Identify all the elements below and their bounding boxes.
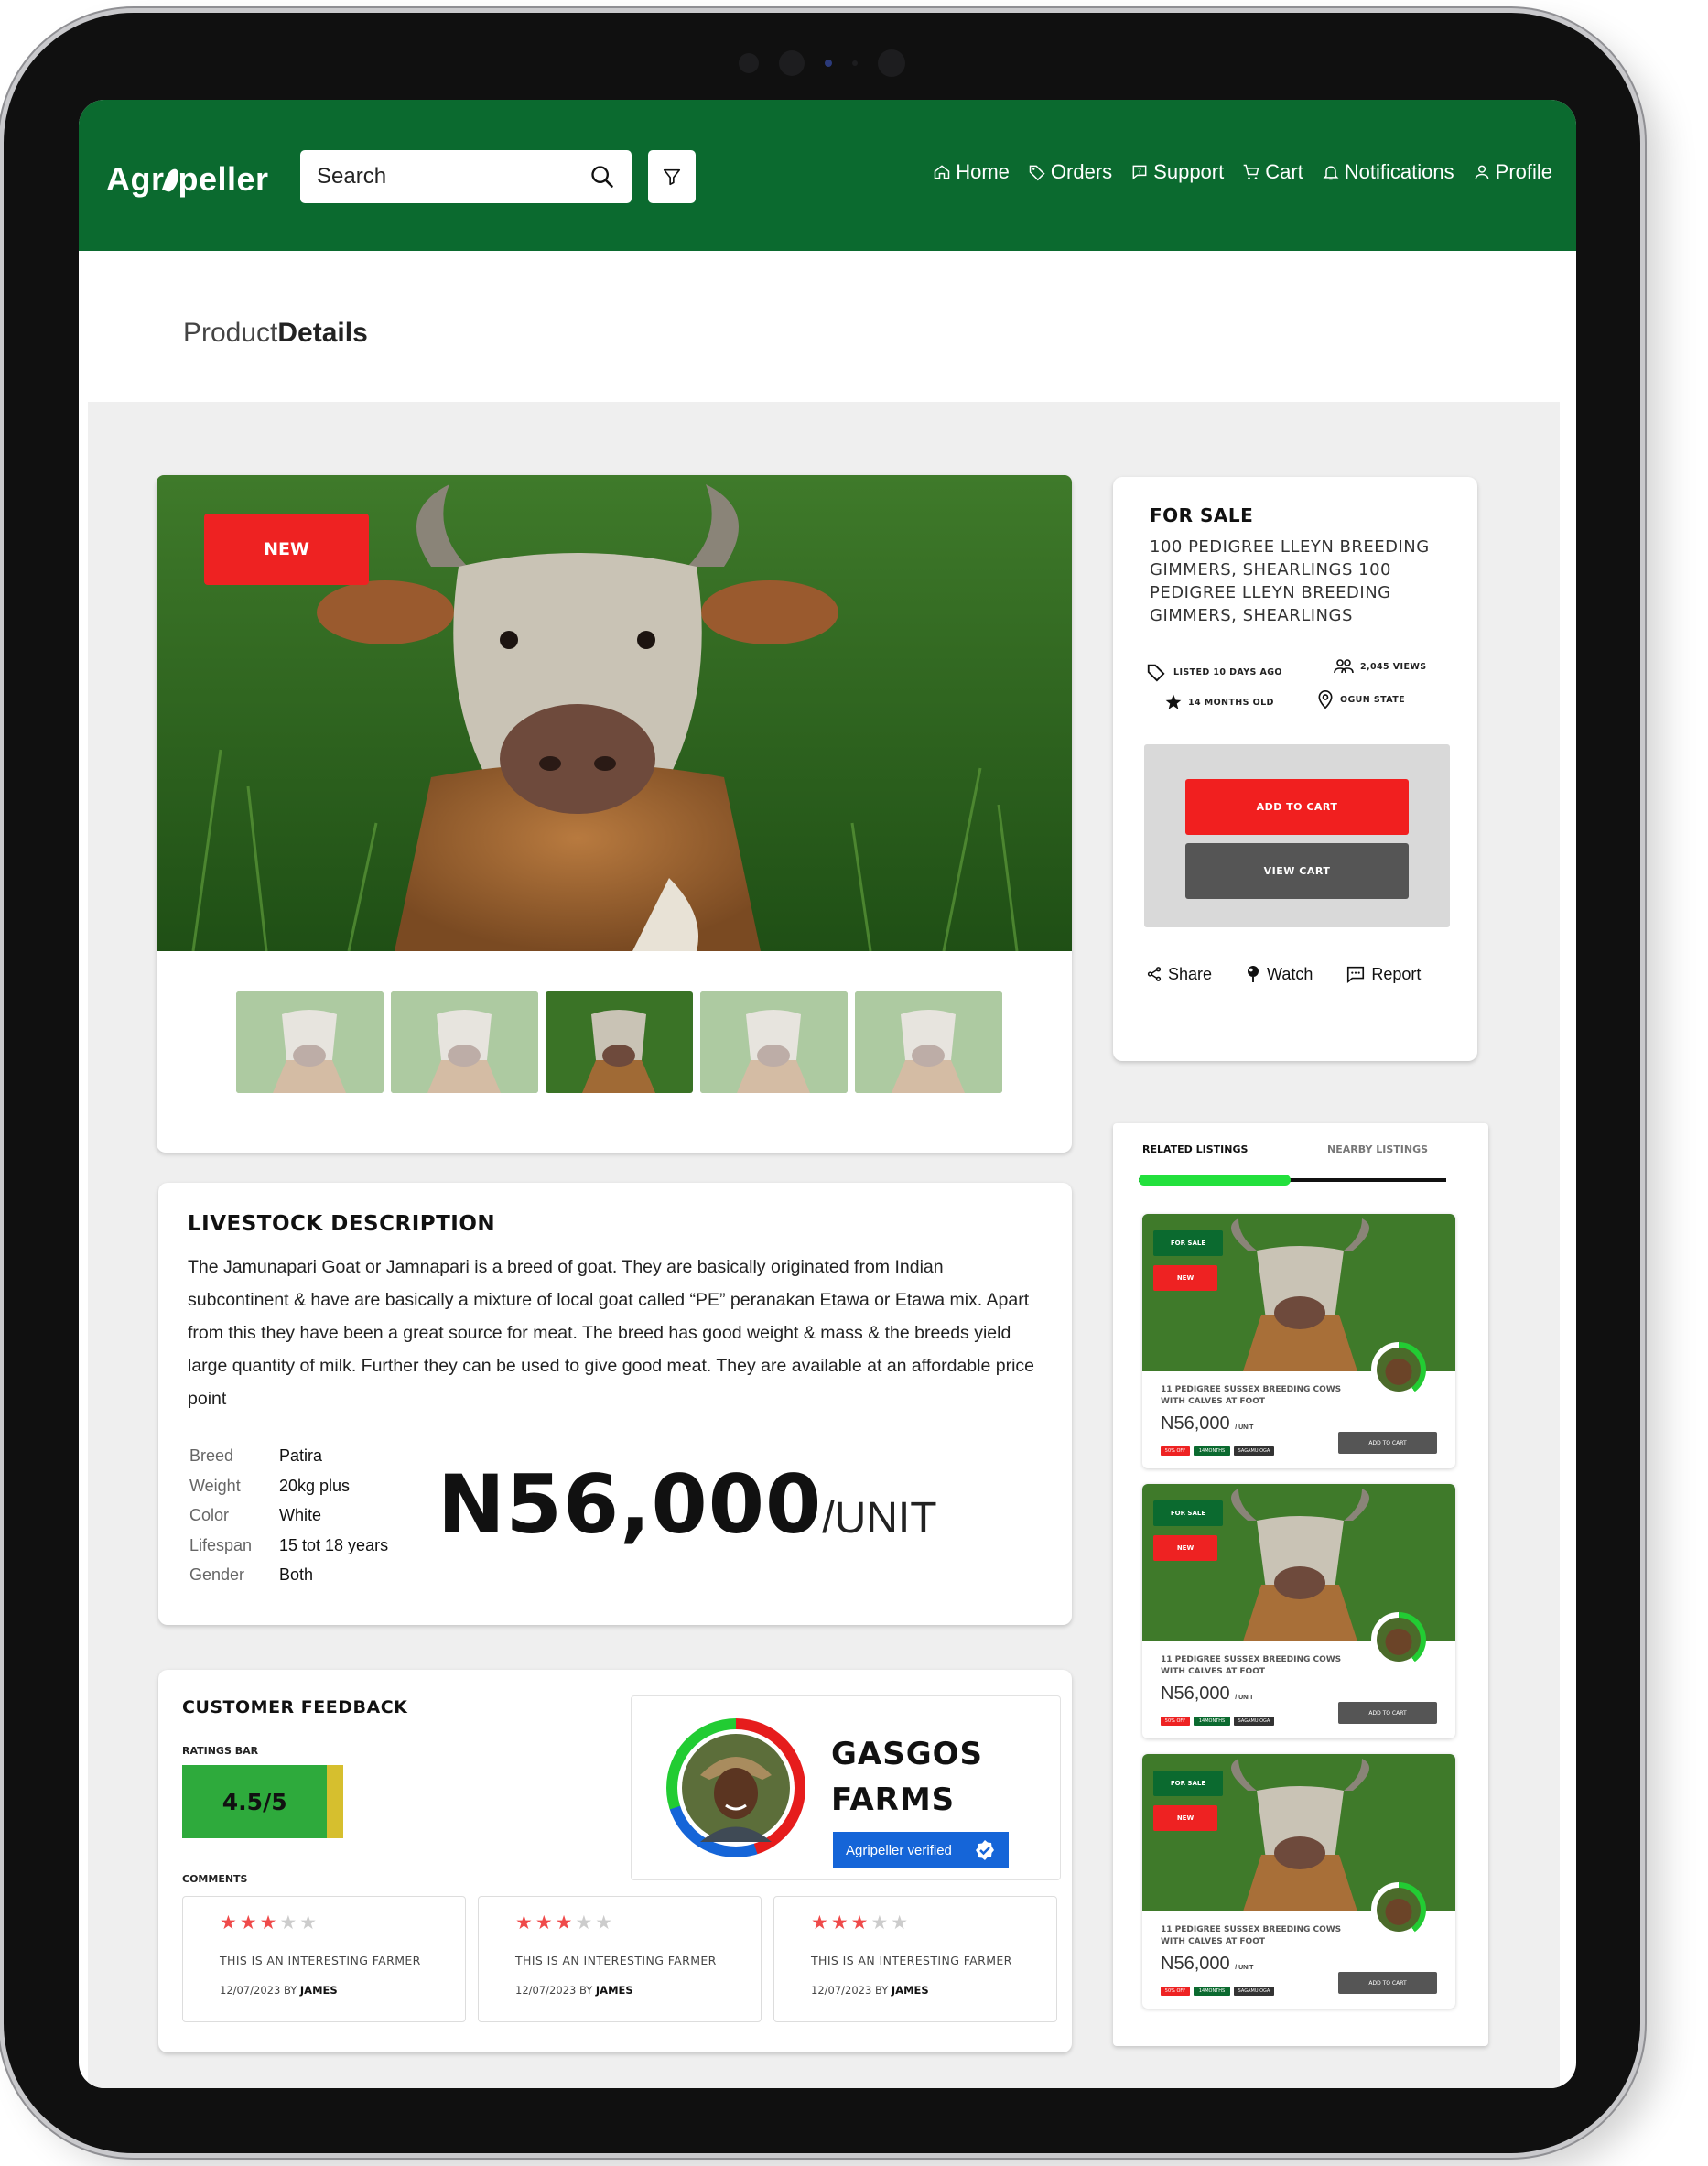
bell-icon [1323,166,1339,180]
related-listing-card[interactable]: FOR SALE NEW 11 PEDIGREE SUSSEX BREEDING… [1142,1214,1455,1468]
verified-check-icon [976,1840,994,1860]
tab-nearby-listings[interactable]: NEARBY LISTINGS [1327,1143,1428,1155]
spec-row: Weight 20kg plus [189,1476,351,1495]
app-screen: Agr peller Search Home Orders ? Support Ca… [79,100,1576,2088]
tablet-frame: Agr peller Search Home Orders ? Support Ca… [4,13,1640,2153]
listing-info-card: FOR SALE 100 PEDIGREE LLEYN BREEDING GIM… [1113,477,1477,1061]
ratings-bar: 4.5/5 [182,1765,343,1838]
related-listing-card[interactable]: FOR SALE NEW 11 PEDIGREE SUSSEX BREEDING… [1142,1484,1455,1738]
filter-icon [663,168,681,186]
star-rating: ★★★★★ [515,1911,616,1933]
search-icon[interactable] [589,164,615,190]
gallery-card: NEW [157,475,1072,1153]
thumbnail[interactable] [391,991,538,1093]
related-listings-card: RELATED LISTINGS NEARBY LISTINGS FOR SAL… [1113,1123,1488,2046]
verified-badge: Agripeller verified [833,1832,1009,1868]
agripeller-logo[interactable]: Agr peller [106,160,269,199]
livestock-description-card: LIVESTOCK DESCRIPTION The Jamunapari Goa… [158,1183,1072,1625]
seller-avatar [1371,1882,1426,1937]
comment-card: ★★★★★ THIS IS AN INTERESTING FARMER 12/0… [182,1896,466,2022]
add-to-cart-button[interactable]: ADD TO CART [1338,1432,1437,1454]
thumbnail-selected[interactable] [546,991,693,1093]
watch-button[interactable]: Watch [1245,964,1313,984]
listing-title: 100 PEDIGREE LLEYN BREEDING GIMMERS, SHE… [1150,537,1430,625]
thumbnail[interactable] [700,991,848,1093]
spec-row: Breed Patira [189,1446,323,1465]
watch-pin-icon [1248,966,1259,982]
price: N56,000/UNIT [438,1457,937,1552]
tab-indicator [1139,1175,1291,1186]
people-icon [1334,659,1354,674]
age-meta: 14 MONTHS OLD [1164,693,1274,711]
ratings-label: RATINGS BAR [182,1745,259,1757]
filter-button[interactable] [648,150,696,203]
location-meta: OGUN STATE [1316,689,1405,709]
seller-name: GASGOS FARMS [831,1736,984,1818]
seller-avatar [666,1711,805,1865]
comments-label: COMMENTS [182,1873,248,1885]
feedback-heading: CUSTOMER FEEDBACK [182,1697,408,1717]
star-rating: ★★★★★ [220,1911,320,1933]
tag-icon [1147,664,1165,682]
report-button[interactable]: Report [1346,964,1421,984]
top-navigation-bar: Agr peller Search Home Orders ? Support Ca… [79,100,1576,251]
add-to-cart-button[interactable]: ADD TO CART [1185,779,1409,835]
add-to-cart-button[interactable]: ADD TO CART [1338,1702,1437,1724]
camera-bar [739,49,905,77]
spec-row: Color White [189,1506,322,1524]
search-input[interactable]: Search [300,150,632,203]
listing-actions: Share Watch Report [1146,964,1421,984]
nav-home[interactable]: Home [933,160,1010,184]
location-pin-icon [1318,690,1333,709]
listing-status: FOR SALE [1150,504,1254,526]
star-rating: ★★★★★ [811,1911,912,1933]
cart-icon [1243,164,1259,179]
customer-feedback-card: CUSTOMER FEEDBACK RATINGS BAR 4.5/5 COMM… [158,1670,1072,2052]
specs-list: Breed Patira Weight 20kg plus Color White L… [189,1441,388,1590]
nav-profile[interactable]: Profile [1473,160,1552,184]
main-nav: Home Orders ? Support Cart Notifications … [933,160,1552,184]
seller-card[interactable]: GASGOS FARMS Agripeller verified [631,1695,1061,1880]
svg-text:?: ? [1138,167,1141,175]
nav-orders[interactable]: Orders [1028,160,1112,184]
nav-cart[interactable]: Cart [1242,160,1303,184]
description-heading: LIVESTOCK DESCRIPTION [188,1212,496,1236]
seller-avatar [1371,1342,1426,1397]
tag-icon [1029,165,1045,181]
page-title: ProductDetails [183,318,368,348]
spec-row: Lifespan 15 tot 18 years [189,1535,389,1554]
description-text: The Jamunapari Goat or Jamnapari is a br… [188,1257,1034,1409]
support-icon: ? [1132,165,1147,180]
views-meta: 2,045 VIEWS [1333,658,1426,675]
rating-value: 4.5/5 [222,1788,287,1815]
thumbnail[interactable] [236,991,384,1093]
report-icon [1347,966,1365,983]
listed-meta: LISTED 10 DAYS AGO [1146,662,1282,682]
cart-actions-box: ADD TO CART VIEW CART [1144,744,1450,927]
comment-card: ★★★★★ THIS IS AN INTERESTING FARMER 12/0… [478,1896,762,2022]
user-icon [1475,165,1489,179]
star-icon [1165,694,1182,709]
thumbnail-strip [236,991,1002,1093]
thumbnail[interactable] [855,991,1002,1093]
tab-related-listings[interactable]: RELATED LISTINGS [1142,1143,1248,1155]
new-badge: NEW [204,514,369,585]
seller-avatar [1371,1612,1426,1667]
related-listing-card[interactable]: FOR SALE NEW 11 PEDIGREE SUSSEX BREEDING… [1142,1754,1455,2009]
view-cart-button[interactable]: VIEW CART [1185,843,1409,899]
spec-row: Gender Both [189,1565,314,1584]
share-icon [1147,967,1162,981]
share-button[interactable]: Share [1146,964,1212,984]
comment-card: ★★★★★ THIS IS AN INTERESTING FARMER 12/0… [773,1896,1057,2022]
content-panel: NEW FOR SALE 100 PEDIGREE LLEYN BREEDING… [88,402,1560,2088]
add-to-cart-button[interactable]: ADD TO CART [1338,1972,1437,1994]
product-image[interactable]: NEW [157,475,1072,951]
nav-support[interactable]: ? Support [1130,160,1224,184]
nav-notifications[interactable]: Notifications [1322,160,1454,184]
home-icon [934,165,950,179]
